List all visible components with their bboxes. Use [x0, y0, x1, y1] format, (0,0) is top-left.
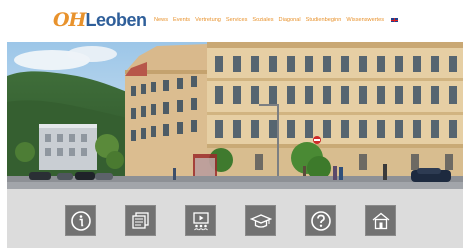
main-nav: News Events Vertretung Services Soziales… — [154, 17, 399, 23]
logo-prefix: OH — [53, 9, 87, 31]
presentation-icon — [192, 211, 209, 230]
nav-item-events[interactable]: Events — [173, 17, 190, 23]
question-icon — [310, 210, 331, 231]
graduation-tile[interactable] — [245, 205, 276, 236]
uk-flag-icon[interactable] — [391, 18, 399, 22]
home-tile[interactable] — [365, 205, 396, 236]
home-icon — [372, 212, 389, 229]
nav-item-services[interactable]: Services — [226, 17, 247, 23]
nav-item-news[interactable]: News — [154, 17, 168, 23]
nav-item-studienbeginn[interactable]: Studienbeginn — [306, 17, 342, 23]
logo-name: Leoben — [85, 10, 148, 30]
news-tile[interactable] — [125, 205, 156, 236]
nav-item-soziales[interactable]: Soziales — [252, 17, 273, 23]
info-icon — [70, 210, 91, 231]
site-header: OH Leoben News Events Vertretung Service… — [0, 0, 463, 42]
nav-item-vertretung[interactable]: Vertretung — [195, 17, 221, 23]
news-icon — [131, 211, 149, 229]
faq-tile[interactable] — [305, 205, 336, 236]
nav-item-diagonal[interactable]: Diagonal — [279, 17, 301, 23]
site-logo[interactable]: OH Leoben — [53, 9, 147, 33]
hero-image — [7, 42, 463, 189]
info-tile[interactable] — [65, 205, 96, 236]
nav-item-wissenswertes[interactable]: Wissenswertes — [346, 17, 384, 23]
graduation-cap-icon — [249, 213, 272, 228]
presentation-tile[interactable] — [185, 205, 216, 236]
quick-links-bar — [7, 189, 463, 248]
